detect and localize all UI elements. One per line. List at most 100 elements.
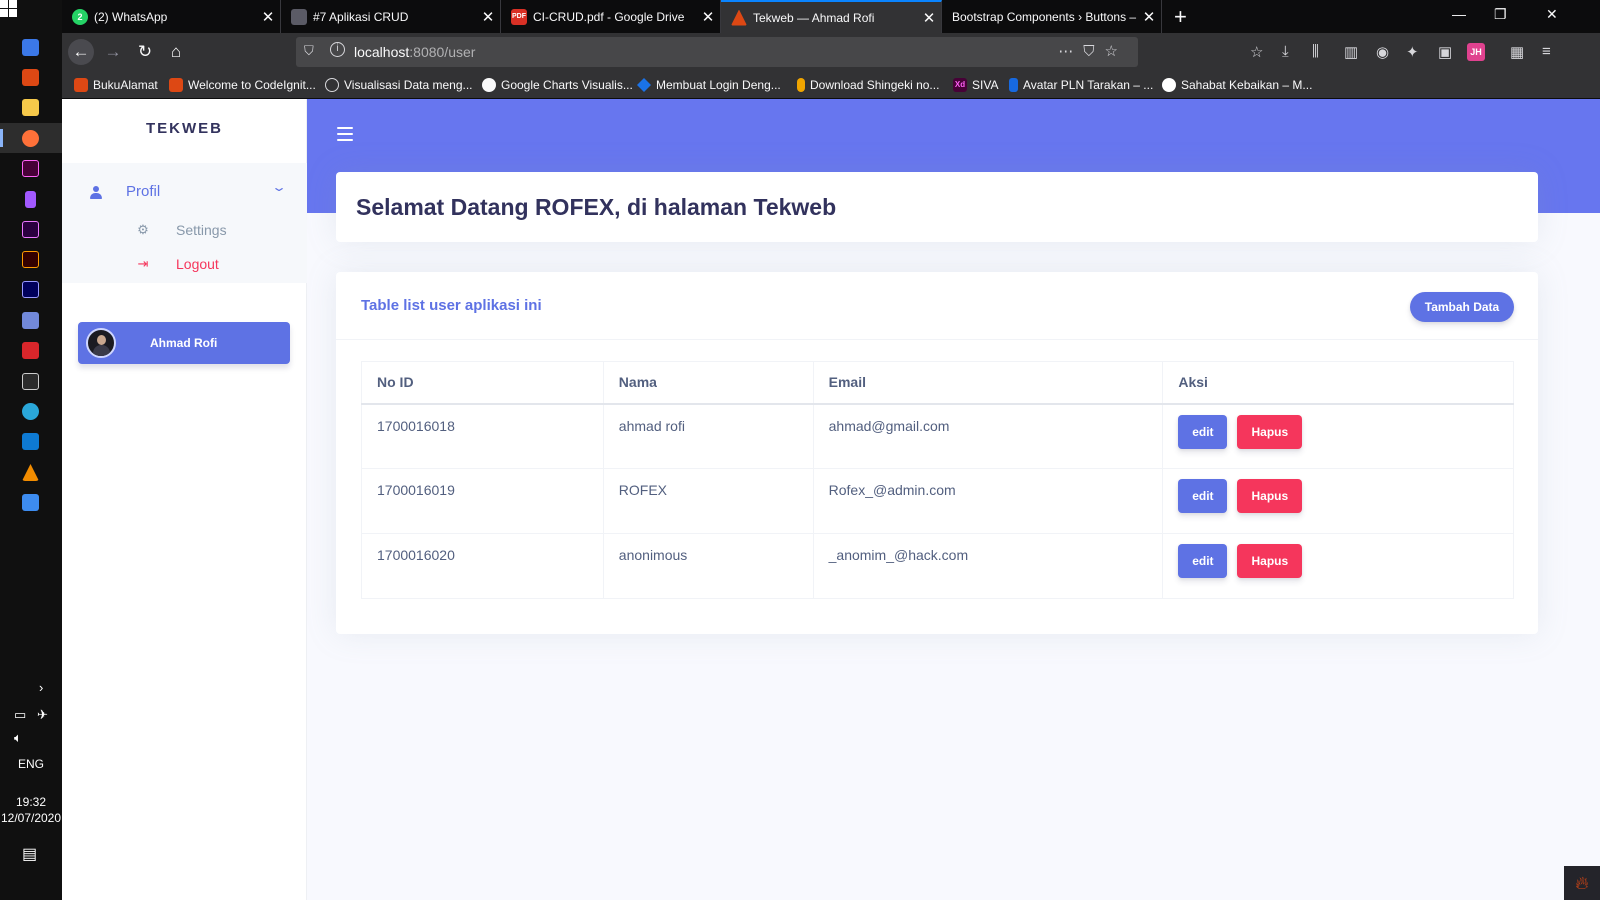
- window-close-button[interactable]: ✕: [1546, 6, 1558, 23]
- codeigniter-icon[interactable]: [22, 69, 39, 86]
- figma-icon[interactable]: [25, 191, 36, 208]
- sidebar-icon[interactable]: ▥: [1344, 43, 1358, 61]
- site-info-icon[interactable]: i: [330, 42, 345, 57]
- browser-tab-bar: 2 (2) WhatsApp ✕ #7 Aplikasi CRUD ✕ PDF …: [62, 0, 1600, 33]
- mail-icon[interactable]: [22, 342, 39, 359]
- cell-actions: edit Hapus: [1162, 403, 1514, 469]
- close-icon[interactable]: ✕: [476, 8, 500, 26]
- chevron-down-icon[interactable]: ⌄: [271, 180, 287, 194]
- account-icon[interactable]: ◉: [1376, 43, 1389, 61]
- bookmark-favicon-icon: [797, 78, 805, 92]
- close-icon[interactable]: ✕: [256, 8, 280, 26]
- sidebar-item-profil[interactable]: Profil: [90, 183, 160, 200]
- illustrator-icon[interactable]: [22, 251, 39, 268]
- bookmarks-star-icon[interactable]: ☆: [1250, 43, 1263, 61]
- bookmark-item[interactable]: Download Shingeki no...: [797, 78, 939, 92]
- windows-start-icon[interactable]: [0, 0, 17, 17]
- sidebar-item-settings[interactable]: ⚙ Settings: [136, 222, 226, 238]
- menu-icon[interactable]: ≡: [1542, 43, 1551, 60]
- volume-icon[interactable]: 🔈︎: [14, 730, 22, 746]
- minimize-button[interactable]: —: [1452, 6, 1466, 22]
- new-tab-button[interactable]: +: [1174, 4, 1187, 30]
- table-row: 1700016018 ahmad rofi ahmad@gmail.com ed…: [361, 403, 1514, 469]
- codeigniter-debug-icon[interactable]: 🔥︎: [1564, 866, 1600, 900]
- bookmark-item[interactable]: Visualisasi Data meng...: [325, 78, 473, 92]
- premiere-icon[interactable]: [22, 221, 39, 238]
- user-card[interactable]: Ahmad Rofi: [78, 322, 290, 364]
- bookmark-item[interactable]: BukuAlamat: [74, 78, 158, 92]
- home-button[interactable]: ⌂: [163, 39, 189, 65]
- close-icon[interactable]: ✕: [696, 8, 720, 26]
- clock-time[interactable]: 19:32: [0, 795, 62, 809]
- delete-button[interactable]: Hapus: [1237, 544, 1303, 578]
- bookmark-item[interactable]: Avatar PLN Tarakan – ...: [1009, 78, 1153, 92]
- bookmark-item[interactable]: Sahabat Kebaikan – M...: [1162, 78, 1312, 92]
- edit-button[interactable]: edit: [1178, 414, 1228, 449]
- avatar: [86, 328, 116, 358]
- lock-extension-icon[interactable]: ▣: [1438, 43, 1452, 61]
- add-data-button[interactable]: Tambah Data: [1410, 292, 1514, 322]
- adobe-xd-icon[interactable]: [22, 160, 39, 177]
- cell-nama: ahmad rofi: [602, 403, 814, 469]
- gear-icon: ⚙: [137, 222, 149, 237]
- edge-icon[interactable]: [22, 403, 39, 420]
- extensions-menu-icon[interactable]: ▦: [1510, 43, 1524, 61]
- page-actions-icon[interactable]: ⋯: [1058, 43, 1083, 60]
- terminal-icon[interactable]: [22, 373, 39, 390]
- restore-button[interactable]: ❐: [1494, 6, 1507, 23]
- battery-icon[interactable]: ▭: [14, 707, 26, 723]
- page-title: Selamat Datang ROFEX, di halaman Tekweb: [356, 194, 837, 220]
- app-icon[interactable]: [22, 39, 39, 56]
- sidebar-item-logout[interactable]: ⇥ Logout: [136, 256, 219, 272]
- app-icon[interactable]: [22, 494, 39, 511]
- tab-label: (2) WhatsApp: [94, 9, 168, 24]
- bookmark-item[interactable]: Membuat Login Deng...: [637, 78, 781, 92]
- notification-icon[interactable]: ▤: [22, 844, 37, 864]
- delete-button[interactable]: Hapus: [1237, 414, 1303, 449]
- reload-button[interactable]: ↻: [132, 39, 158, 65]
- cell-id: 1700016020: [361, 533, 604, 599]
- windows-taskbar: › ▭ ✈ 🔈︎ ENG 19:32 12/07/2020 ▤: [0, 0, 62, 900]
- firefox-icon[interactable]: [22, 130, 39, 147]
- address-bar[interactable]: ⛉ i localhost:8080/user ⋯⛉☆: [296, 37, 1138, 67]
- bookmark-item[interactable]: Welcome to CodeIgnit...: [169, 78, 316, 92]
- clock-date[interactable]: 12/07/2020: [0, 811, 62, 825]
- file-explorer-icon[interactable]: [22, 99, 39, 116]
- cell-email: Rofex_@admin.com: [812, 468, 1164, 534]
- tab-aplikasi-crud[interactable]: #7 Aplikasi CRUD ✕: [281, 0, 501, 33]
- after-effects-icon[interactable]: [22, 281, 39, 298]
- bookmark-item[interactable]: Google Charts Visualis...: [482, 78, 633, 92]
- table-row: 1700016019 ROFEX Rofex_@admin.com edit Ha…: [361, 468, 1514, 534]
- airplane-icon[interactable]: ✈: [37, 707, 48, 723]
- url-text[interactable]: localhost:8080/user: [354, 44, 475, 60]
- tab-bootstrap-buttons[interactable]: Bootstrap Components › Buttons – ✕: [942, 0, 1162, 33]
- bookmark-star-icon[interactable]: ☆: [1105, 43, 1128, 60]
- edit-button[interactable]: edit: [1178, 544, 1228, 578]
- hamburger-menu-icon[interactable]: [337, 127, 353, 141]
- bookmark-item[interactable]: Xd SIVA: [953, 78, 998, 92]
- card-title: Table list user aplikasi ini: [361, 297, 542, 314]
- tab-google-drive[interactable]: PDF CI-CRUD.pdf - Google Drive ✕: [501, 0, 721, 33]
- user-table-card: Table list user aplikasi ini Tambah Data…: [336, 272, 1538, 634]
- tracking-shield-icon[interactable]: ⛉: [304, 43, 314, 59]
- pocket-icon[interactable]: ⛉: [1083, 43, 1104, 60]
- vscode-icon[interactable]: [22, 433, 39, 450]
- download-icon[interactable]: ⤓: [1282, 43, 1289, 60]
- tab-tekweb[interactable]: Tekweb — Ahmad Rofi ✕: [721, 0, 942, 33]
- discord-icon[interactable]: [22, 312, 39, 329]
- back-button[interactable]: ←: [68, 39, 94, 65]
- tab-whatsapp[interactable]: 2 (2) WhatsApp ✕: [62, 0, 281, 33]
- close-icon[interactable]: ✕: [1137, 8, 1161, 26]
- brand-logo[interactable]: TEKWEB: [62, 120, 307, 137]
- library-icon[interactable]: ⫼: [1312, 43, 1319, 60]
- tab-label: CI-CRUD.pdf - Google Drive: [533, 9, 685, 24]
- chevron-right-icon[interactable]: ›: [39, 680, 43, 695]
- close-icon[interactable]: ✕: [917, 9, 941, 27]
- delete-button[interactable]: Hapus: [1237, 479, 1303, 513]
- language-indicator[interactable]: ENG: [0, 757, 62, 771]
- vlc-icon[interactable]: [22, 464, 39, 481]
- profile-extension-icon[interactable]: JH: [1467, 43, 1485, 61]
- edit-button[interactable]: edit: [1178, 479, 1228, 513]
- extension-icon[interactable]: ✦: [1406, 43, 1419, 61]
- forward-button[interactable]: →: [100, 39, 126, 65]
